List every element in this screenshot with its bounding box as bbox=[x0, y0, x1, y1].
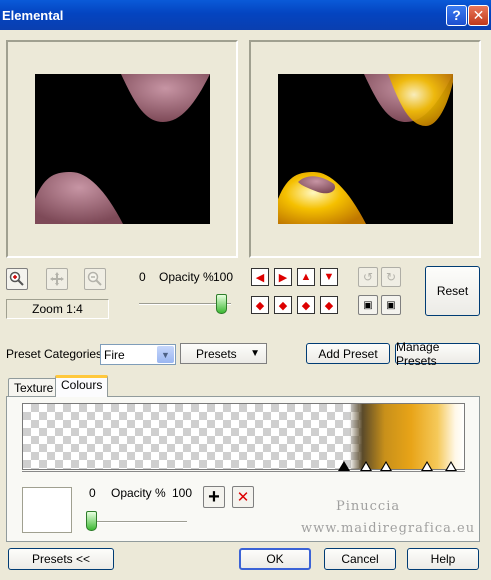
arrow-down-icon: ▼ bbox=[323, 271, 335, 283]
stop-opacity-min-label: 0 bbox=[89, 486, 96, 500]
move-down-button[interactable]: ▼ bbox=[320, 268, 338, 286]
expand-vertical-icon: ◆ bbox=[301, 299, 311, 312]
gradient-preview[interactable] bbox=[22, 403, 465, 470]
tab-texture[interactable]: Texture bbox=[8, 378, 60, 396]
preset-categories-label: Preset Categories: bbox=[6, 347, 106, 361]
gradient-stop-marker[interactable] bbox=[360, 461, 372, 471]
arrow-right-icon: ▶ bbox=[278, 271, 288, 284]
gradient-stop-marker[interactable] bbox=[421, 461, 433, 471]
reset-button[interactable]: Reset bbox=[425, 266, 480, 316]
delete-stop-button[interactable]: ✕ bbox=[232, 486, 254, 508]
gradient-stop-marker[interactable] bbox=[338, 461, 350, 471]
plus-icon: + bbox=[208, 486, 220, 508]
colour-swatch[interactable] bbox=[22, 487, 72, 533]
shrink-vertical-icon: ◆ bbox=[324, 299, 334, 312]
stop-opacity-slider-track[interactable] bbox=[89, 521, 187, 523]
gradient-stop-marker[interactable] bbox=[445, 461, 457, 471]
expand-horizontal-button[interactable]: ◆ bbox=[251, 296, 269, 314]
fit-width-icon: ▣ bbox=[363, 299, 373, 311]
pan-button[interactable] bbox=[46, 268, 68, 290]
zoom-out-icon bbox=[87, 271, 102, 286]
stop-opacity-label: Opacity % bbox=[111, 486, 166, 500]
opacity-label: Opacity % bbox=[159, 270, 214, 284]
watermark-url: www.maidiregrafica.eu bbox=[301, 521, 476, 536]
title-bar: Elemental ? ✕ bbox=[0, 0, 491, 30]
close-title-button[interactable]: ✕ bbox=[468, 5, 489, 26]
rotate-left-icon: ↺ bbox=[362, 270, 374, 284]
preset-category-value: Fire bbox=[104, 347, 125, 362]
shrink-vertical-button[interactable]: ◆ bbox=[320, 296, 338, 314]
help-label: Help bbox=[430, 552, 456, 566]
tab-colours[interactable]: Colours bbox=[55, 375, 109, 397]
cancel-label: Cancel bbox=[341, 552, 379, 566]
help-button[interactable]: Help bbox=[407, 548, 479, 570]
presets-toggle-button[interactable]: Presets << bbox=[8, 548, 114, 570]
zoom-level: Zoom 1:4 bbox=[6, 299, 109, 319]
original-preview bbox=[6, 40, 238, 258]
zoom-out-button[interactable] bbox=[84, 268, 106, 290]
watermark-name: Pinuccia bbox=[336, 499, 401, 514]
stop-opacity-slider-thumb[interactable] bbox=[86, 511, 97, 531]
expand-horizontal-icon: ◆ bbox=[255, 299, 265, 312]
expand-vertical-button[interactable]: ◆ bbox=[297, 296, 315, 314]
result-image[interactable] bbox=[278, 74, 453, 224]
rotate-right-button[interactable]: ↻ bbox=[381, 267, 401, 287]
help-title-button[interactable]: ? bbox=[446, 5, 467, 26]
move-right-button[interactable]: ▶ bbox=[274, 268, 292, 286]
result-preview bbox=[249, 40, 481, 258]
gradient-stop-marker[interactable] bbox=[380, 461, 392, 471]
tab-texture-label: Texture bbox=[14, 381, 54, 395]
zoom-in-button[interactable] bbox=[6, 268, 28, 290]
original-image[interactable] bbox=[35, 74, 210, 224]
rotate-right-icon: ↻ bbox=[385, 270, 397, 284]
opacity-slider-thumb[interactable] bbox=[216, 294, 227, 314]
arrow-up-icon: ▲ bbox=[300, 271, 312, 283]
caret-down-icon: ▼ bbox=[250, 348, 260, 359]
shrink-horizontal-icon: ◆ bbox=[278, 299, 288, 312]
move-icon bbox=[50, 272, 64, 286]
add-stop-button[interactable]: + bbox=[203, 486, 225, 508]
original-image-art bbox=[35, 74, 210, 224]
gradient-fill bbox=[23, 404, 464, 469]
add-preset-button[interactable]: Add Preset bbox=[306, 343, 390, 364]
fit-height-button[interactable]: ▣ bbox=[381, 295, 401, 315]
result-image-art bbox=[278, 74, 453, 224]
move-up-button[interactable]: ▲ bbox=[297, 268, 315, 286]
zoom-level-label: Zoom 1:4 bbox=[32, 302, 83, 316]
manage-presets-button[interactable]: Manage Presets bbox=[395, 340, 480, 368]
arrow-left-icon: ◀ bbox=[255, 271, 265, 284]
cancel-button[interactable]: Cancel bbox=[324, 548, 396, 570]
fit-height-icon: ▣ bbox=[386, 299, 396, 311]
presets-toggle-label: Presets << bbox=[31, 552, 91, 566]
add-preset-label: Add Preset bbox=[318, 346, 378, 361]
tab-colours-label: Colours bbox=[61, 378, 103, 392]
ok-button[interactable]: OK bbox=[239, 548, 311, 570]
stop-opacity-max-label: 100 bbox=[172, 486, 193, 500]
reset-label: Reset bbox=[436, 284, 469, 298]
ok-label: OK bbox=[266, 552, 284, 566]
manage-presets-label: Manage Presets bbox=[396, 339, 440, 368]
delete-icon: ✕ bbox=[236, 489, 250, 506]
zoom-in-icon bbox=[9, 271, 24, 286]
chevron-down-icon[interactable]: ▼ bbox=[157, 346, 174, 363]
fit-width-button[interactable]: ▣ bbox=[358, 295, 378, 315]
move-left-button[interactable]: ◀ bbox=[251, 268, 269, 286]
opacity-min-label: 0 bbox=[139, 270, 146, 284]
rotate-left-button[interactable]: ↺ bbox=[358, 267, 378, 287]
presets-dropdown-button[interactable]: Presets ▼ bbox=[180, 343, 267, 364]
shrink-horizontal-button[interactable]: ◆ bbox=[274, 296, 292, 314]
preset-category-select[interactable]: Fire ▼ bbox=[100, 344, 176, 365]
presets-label: Presets bbox=[196, 346, 237, 361]
gradient-stop-track bbox=[22, 471, 465, 472]
colours-panel: 0 Opacity % 100 + ✕ Pinuccia www.maidire… bbox=[6, 396, 480, 542]
opacity-max-label: 100 bbox=[213, 270, 234, 284]
window-title: Elemental bbox=[2, 8, 64, 23]
